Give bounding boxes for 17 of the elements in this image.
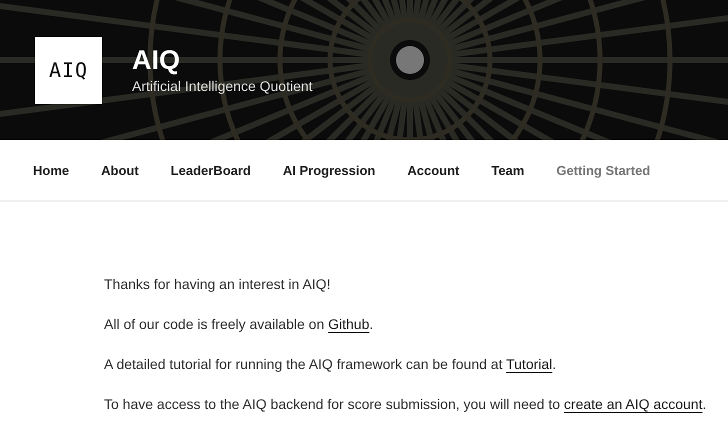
paragraph: All of our code is freely available on Github. (104, 316, 374, 333)
nav-link[interactable]: Account (407, 162, 460, 178)
paragraph: Thanks for having an interest in AIQ! (104, 276, 332, 293)
site-tagline: Artificial Intelligence Quotient (132, 78, 313, 94)
nav-link[interactable]: Home (33, 162, 70, 178)
nav-link[interactable]: Getting Started (556, 162, 650, 178)
site-title[interactable]: AIQ (132, 44, 313, 76)
paragraph: To have access to the AIQ backend for score submission, you will need to create an AIQ account. (104, 396, 708, 413)
nav-link[interactable]: AI Progression (282, 162, 376, 178)
text-link[interactable]: create an AIQ account (564, 396, 702, 412)
text-link[interactable]: Github (328, 316, 370, 332)
text-link[interactable]: Tutorial (506, 356, 552, 372)
nav-link[interactable]: About (101, 162, 139, 178)
paragraph: A detailed tutorial for running the AIQ framework can be found at Tutorial. (104, 356, 558, 373)
nav-link[interactable]: LeaderBoard (170, 162, 251, 178)
nav-link[interactable]: Team (491, 162, 524, 178)
site-logo[interactable]: AIQ (35, 36, 102, 104)
